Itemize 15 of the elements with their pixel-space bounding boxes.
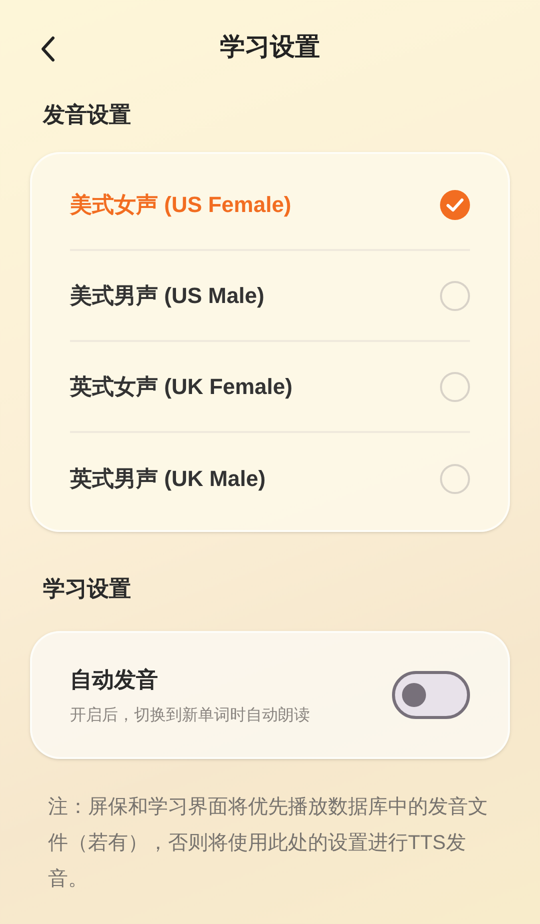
voice-option[interactable]: 美式男声 (US Male) [70,279,264,312]
check-icon[interactable] [440,190,470,220]
voice-option[interactable]: 英式女声 (UK Female) [70,370,292,403]
voice-option[interactable]: 英式男声 (UK Male) [70,462,266,495]
setting-label: 自动发音 [70,666,159,694]
toggle-switch[interactable] [392,671,470,719]
note-text: 注：屏保和学习界面将优先播放数据库中的发音文件（若有），否则将使用此处的设置进行TTS发音。 [47,795,489,892]
radio-button[interactable] [440,280,470,310]
page-title: 学习设置 [220,32,320,64]
radio-button[interactable] [440,464,470,494]
back-icon [40,35,56,63]
section-title: 发音设置 [43,101,131,129]
section-title: 学习设置 [43,575,131,603]
setting-description: 开启后，切换到新单词时自动朗读 [70,706,310,726]
radio-button[interactable] [440,372,470,402]
